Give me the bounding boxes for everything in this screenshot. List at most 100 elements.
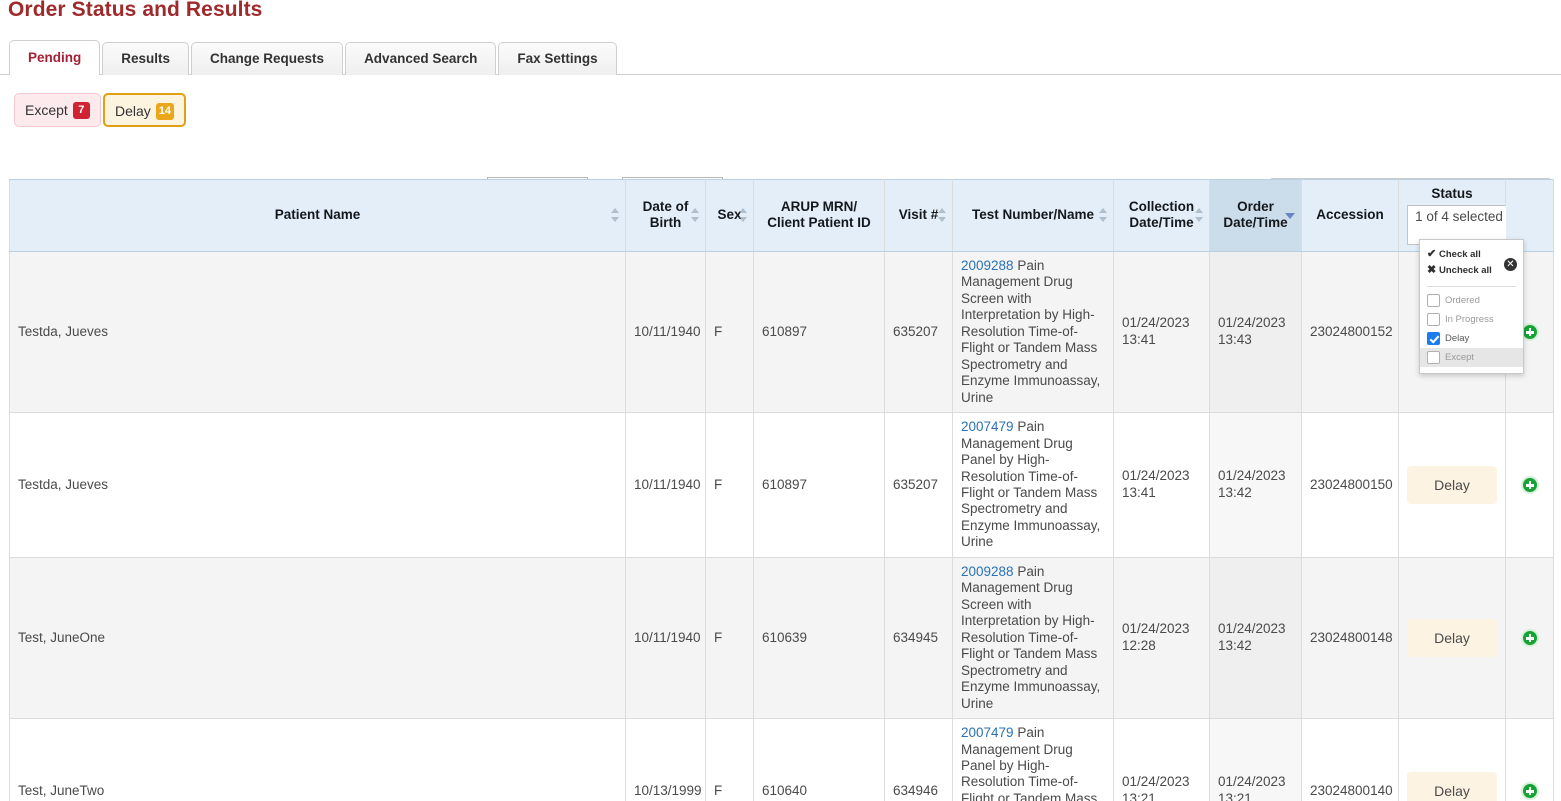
test-number-link[interactable]: 2007479	[961, 725, 1014, 740]
column-header-sex[interactable]: Sex	[705, 179, 754, 252]
collection-time: 13:41	[1122, 331, 1156, 347]
collection-time: 13:41	[1122, 484, 1156, 500]
test-number-link[interactable]: 2009288	[961, 258, 1014, 273]
table-body: Testda, Jueves 10/11/1940 F 610897 635207 200…	[9, 250, 1554, 801]
cell-sex: F	[705, 718, 754, 801]
cell-test-number-name: 2009288 Pain Management Drug Screen with…	[952, 556, 1114, 720]
header-label: Visit #	[898, 207, 939, 222]
column-header-accession[interactable]: Accession	[1301, 179, 1399, 252]
collection-time: 12:28	[1122, 637, 1156, 653]
cell-test-number-name: 2007479 Pain Management Drug Panel by Hi…	[952, 718, 1114, 801]
column-header-date-of-birth[interactable]: Date of Birth	[625, 179, 706, 252]
collection-date: 01/24/2023	[1122, 774, 1190, 790]
sort-icon[interactable]	[691, 207, 700, 223]
column-header-test-number-name[interactable]: Test Number/Name	[952, 179, 1114, 252]
order-time: 13:43	[1218, 331, 1252, 347]
status-filter-dropdown-panel[interactable]: ✔ Check all ✖ Uncheck all ✕ Ordered In Prog…	[1419, 239, 1524, 374]
cell-order-datetime: 01/24/2023 13:21	[1209, 718, 1302, 801]
header-label: Accession	[1316, 207, 1384, 222]
cell-collection-datetime: 01/24/2023 13:41	[1113, 412, 1210, 558]
table-row[interactable]: Test, JuneOne 10/11/1940 F 610639 634945 2009…	[9, 556, 1554, 720]
cell-visit: 634945	[884, 556, 953, 720]
header-label-2: Date/Time	[1129, 215, 1194, 231]
cell-sex: F	[705, 556, 754, 720]
header-label-2: Birth	[649, 215, 682, 231]
plus-circle-icon[interactable]	[1520, 628, 1539, 647]
status-option-label: In Progress	[1445, 313, 1494, 325]
status-option-label: Ordered	[1445, 294, 1480, 306]
page-title: Order Status and Results	[8, 0, 263, 21]
sort-icon[interactable]	[611, 207, 620, 223]
cell-arup-mrn: 610639	[753, 556, 885, 720]
cell-patient-name: Testda, Jueves	[9, 412, 626, 558]
cell-patient-name: Test, JuneOne	[9, 556, 626, 720]
column-header-collection-datetime[interactable]: Collection Date/Time	[1113, 179, 1210, 252]
tab-advanced-search[interactable]: Advanced Search	[345, 42, 497, 75]
cell-test-number-name: 2007479 Pain Management Drug Panel by Hi…	[952, 412, 1114, 558]
collection-time: 13:21	[1122, 790, 1156, 801]
uncheck-all-action[interactable]: ✖ Uncheck all	[1427, 263, 1516, 279]
order-time: 13:42	[1218, 484, 1252, 500]
tab-results[interactable]: Results	[102, 42, 190, 75]
dropdown-options: Ordered In Progress Delay Except	[1420, 291, 1523, 367]
uncheck-all-label: Uncheck all	[1439, 264, 1492, 276]
table-row[interactable]: Testda, Jueves 10/11/1940 F 610897 635207 200…	[9, 412, 1554, 558]
order-date: 01/24/2023	[1218, 774, 1286, 790]
checkbox[interactable]	[1427, 312, 1440, 326]
orders-table-wrapper: Patient Name Date of Birth Sex ARUP MRN/	[9, 179, 1554, 801]
cell-date-of-birth: 10/11/1940	[625, 412, 706, 558]
tab-pending[interactable]: Pending	[9, 40, 101, 76]
header-label: Status	[1431, 186, 1473, 201]
status-badge[interactable]: Delay	[1407, 465, 1497, 504]
checkbox[interactable]	[1427, 293, 1440, 307]
sort-icon[interactable]	[1195, 207, 1204, 223]
orders-table: Patient Name Date of Birth Sex ARUP MRN/	[9, 179, 1554, 801]
sort-icon[interactable]	[1099, 207, 1108, 223]
cell-test-number-name: 2009288 Pain Management Drug Screen with…	[952, 250, 1114, 414]
sort-descending-icon[interactable]	[1285, 213, 1295, 220]
cell-actions	[1505, 718, 1554, 801]
status-badge[interactable]: Delay	[1407, 771, 1497, 801]
status-option-except[interactable]: Except	[1420, 347, 1523, 367]
test-number-link[interactable]: 2007479	[961, 419, 1014, 434]
checkbox[interactable]	[1427, 331, 1440, 345]
cell-patient-name: Test, JuneTwo	[9, 718, 626, 801]
checkbox[interactable]	[1427, 350, 1440, 364]
table-row[interactable]: Testda, Jueves 10/11/1940 F 610897 635207 200…	[9, 250, 1554, 414]
dropdown-actions: ✔ Check all ✖ Uncheck all ✕	[1420, 245, 1523, 283]
cell-arup-mrn: 610897	[753, 412, 885, 558]
test-name-text: Pain Management Drug Screen with Interpr…	[961, 563, 1101, 711]
table-row[interactable]: Test, JuneTwo 10/13/1999 F 610640 634946 2007…	[9, 718, 1554, 801]
close-icon[interactable]: ✕	[1504, 258, 1517, 271]
cell-collection-datetime: 01/24/2023 13:41	[1113, 250, 1210, 414]
check-all-action[interactable]: ✔ Check all	[1427, 247, 1516, 263]
status-option-delay[interactable]: Delay	[1420, 329, 1523, 348]
status-badge[interactable]: Delay	[1407, 618, 1497, 657]
tab-change-requests[interactable]: Change Requests	[191, 42, 344, 75]
status-option-ordered[interactable]: Ordered	[1420, 291, 1523, 310]
cell-visit: 635207	[884, 412, 953, 558]
status-option-in-progress[interactable]: In Progress	[1420, 310, 1523, 329]
delay-filter-chip[interactable]: Delay 14	[103, 93, 187, 127]
sort-icon[interactable]	[938, 207, 947, 223]
test-number-link[interactable]: 2009288	[961, 564, 1014, 579]
table-header-row: Patient Name Date of Birth Sex ARUP MRN/	[9, 179, 1554, 252]
column-header-patient-name[interactable]: Patient Name	[9, 179, 626, 252]
sort-icon[interactable]	[739, 207, 748, 223]
column-header-visit[interactable]: Visit #	[884, 179, 953, 252]
cell-arup-mrn: 610897	[753, 250, 885, 414]
column-header-arup-mrn[interactable]: ARUP MRN/ Client Patient ID	[753, 179, 885, 252]
cell-order-datetime: 01/24/2023 13:42	[1209, 556, 1302, 720]
tab-fax-settings[interactable]: Fax Settings	[498, 42, 617, 75]
except-filter-chip[interactable]: Except 7	[14, 93, 101, 127]
cell-status: Delay	[1398, 412, 1506, 558]
header-label-2: Client Patient ID	[767, 215, 871, 231]
filter-toolbar: Except7 Delay14 Order Date: to Reset 17 …	[0, 76, 1561, 250]
header-label: Order	[1237, 198, 1274, 214]
plus-circle-icon[interactable]	[1520, 781, 1539, 800]
column-header-order-datetime[interactable]: Order Date/Time	[1209, 179, 1302, 252]
cell-collection-datetime: 01/24/2023 13:21	[1113, 718, 1210, 801]
cell-sex: F	[705, 250, 754, 414]
delay-count-badge: 14	[155, 103, 175, 120]
plus-circle-icon[interactable]	[1520, 475, 1539, 494]
